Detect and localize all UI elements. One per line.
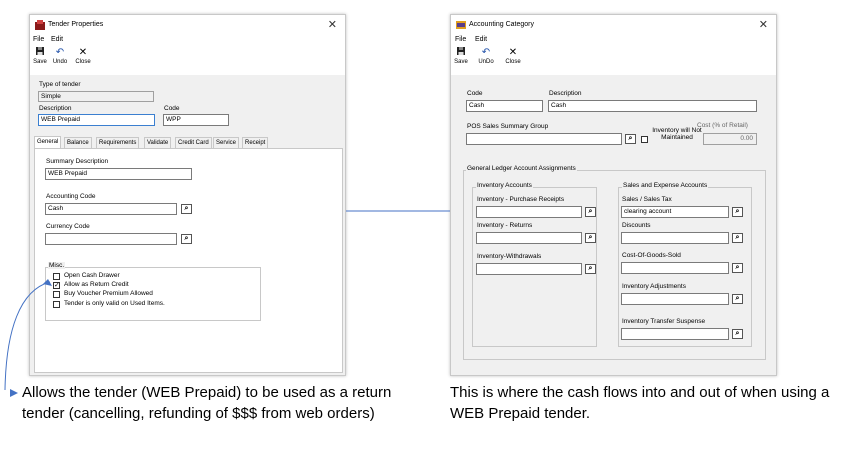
connector-curve-checkbox: [4, 281, 51, 391]
connector-arrowhead: [43, 279, 52, 286]
connector-arrowhead: [10, 389, 18, 397]
left-caption: Allows the tender (WEB Prepaid) to be us…: [22, 384, 392, 422]
right-caption: This is where the cash flows into and ou…: [450, 384, 830, 422]
